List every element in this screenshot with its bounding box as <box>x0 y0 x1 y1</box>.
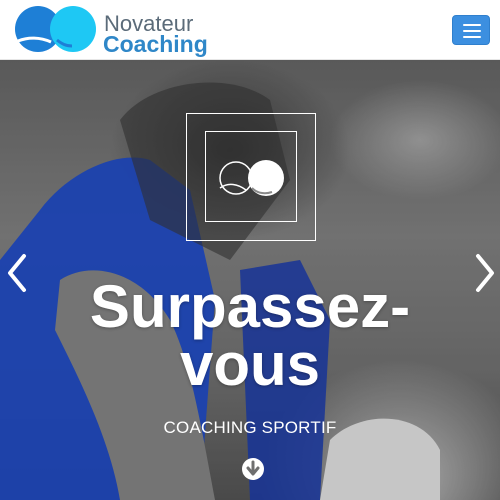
logo-emblem-icon <box>219 160 284 196</box>
logo-link[interactable]: Novateur Coaching <box>14 4 208 56</box>
hero-slider: Surpassez- vous COACHING SPORTIF <box>0 60 500 500</box>
hero-subtitle: COACHING SPORTIF <box>163 418 337 437</box>
hero-emblem-inner-frame <box>205 131 297 222</box>
hero-headline-line1: Surpassez- <box>89 273 411 340</box>
menu-toggle-button[interactable] <box>452 15 490 45</box>
scroll-down-button[interactable] <box>241 457 265 481</box>
hero-headline: Surpassez- vous <box>0 273 500 398</box>
brand-name-bottom: Coaching <box>103 31 208 57</box>
hamburger-menu-icon-bar <box>463 36 481 38</box>
hero-headline-line2: vous <box>179 331 321 398</box>
hero-emblem-frame <box>186 113 316 241</box>
logo-circles-icon <box>15 6 96 52</box>
arrow-down-circle-icon <box>242 458 264 480</box>
site-header: Novateur Coaching <box>0 0 500 60</box>
hamburger-menu-icon-bar <box>463 30 481 32</box>
hamburger-menu-icon <box>463 24 481 26</box>
